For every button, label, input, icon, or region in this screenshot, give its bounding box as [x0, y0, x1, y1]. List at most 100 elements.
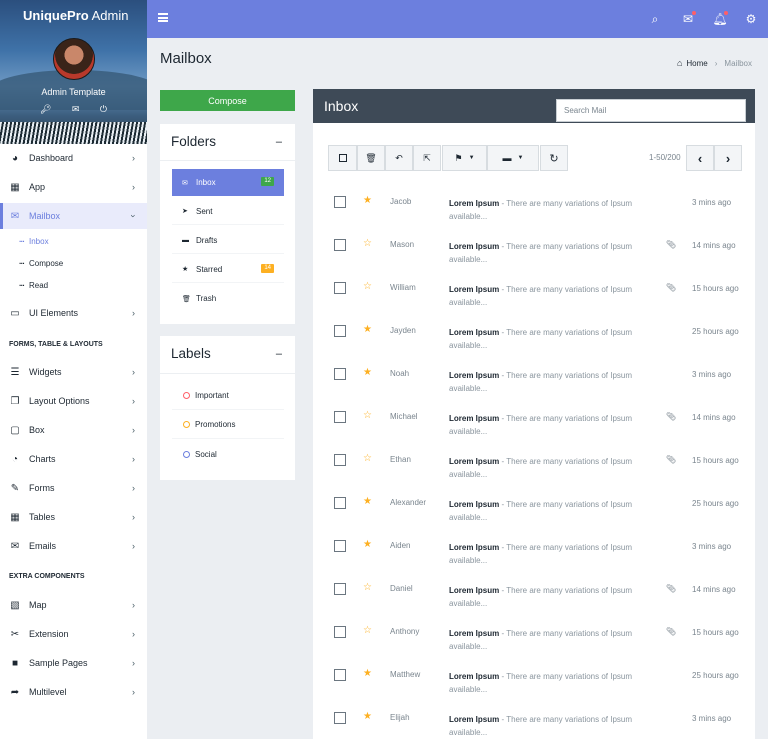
delete-button[interactable]: 🗑︎ — [357, 145, 385, 171]
mail-row[interactable]: ☆ Michael Lorem Ipsum - There are many var… — [313, 400, 755, 443]
breadcrumb-home[interactable]: Home — [686, 59, 707, 68]
mail-snippet[interactable]: Lorem Ipsum - There are many variations … — [449, 240, 649, 266]
search-icon[interactable]: ⌕ — [647, 11, 663, 27]
star-filled-icon[interactable]: ★ — [363, 539, 372, 550]
sidebar-item-emails[interactable]: ✉︎ Emails › — [0, 533, 147, 559]
minimize-icon[interactable]: – — [276, 136, 282, 148]
hamburger-menu-icon[interactable] — [158, 13, 168, 22]
sidebar-item-dashboard[interactable]: ◕ Dashboard › — [0, 145, 147, 171]
row-checkbox[interactable] — [334, 583, 346, 595]
mail-sender[interactable]: Daniel — [390, 584, 413, 593]
mail-snippet[interactable]: Lorem Ipsum - There are many variations … — [449, 455, 649, 481]
forward-button[interactable]: ⇱ — [413, 145, 441, 171]
prev-page-button[interactable]: ‹ — [686, 145, 714, 171]
folder-starred[interactable]: ★ Starred 14 — [172, 256, 284, 283]
mail-row[interactable]: ★ Matthew Lorem Ipsum - There are many var… — [313, 658, 755, 701]
mail-sender[interactable]: Elijah — [390, 713, 410, 722]
next-page-button[interactable]: › — [714, 145, 742, 171]
brand-logo[interactable]: UniquePro Admin — [23, 8, 128, 23]
mail-snippet[interactable]: Lorem Ipsum - There are many variations … — [449, 670, 649, 696]
star-filled-icon[interactable]: ★ — [363, 367, 372, 378]
sidebar-item-widgets[interactable]: ☰ Widgets › — [0, 359, 147, 385]
star-outline-icon[interactable]: ☆ — [363, 582, 372, 593]
mail-sender[interactable]: Noah — [390, 369, 409, 378]
folder-trash[interactable]: 🗑︎ Trash — [172, 285, 284, 312]
mail-row[interactable]: ☆ Mason Lorem Ipsum - There are many varia… — [313, 228, 755, 271]
sidebar-item-multilevel[interactable]: ➦ Multilevel › — [0, 679, 147, 705]
star-filled-icon[interactable]: ★ — [363, 324, 372, 335]
sidebar-item-forms[interactable]: ✎ Forms › — [0, 475, 147, 501]
row-checkbox[interactable] — [334, 497, 346, 509]
mail-row[interactable]: ★ Alexander Lorem Ipsum - There are many v… — [313, 486, 755, 529]
star-outline-icon[interactable]: ☆ — [363, 453, 372, 464]
sidebar-item-ui-elements[interactable]: ▭ UI Elements › — [0, 300, 147, 326]
mail-snippet[interactable]: Lorem Ipsum - There are many variations … — [449, 713, 649, 739]
mail-snippet[interactable]: Lorem Ipsum - There are many variations … — [449, 541, 649, 567]
sidebar-subitem-inbox[interactable]: ··· Inbox — [0, 230, 147, 252]
sidebar-subitem-read[interactable]: ··· Read — [0, 274, 147, 296]
avatar[interactable] — [53, 38, 95, 80]
mail-row[interactable]: ★ Jacob Lorem Ipsum - There are many varia… — [313, 185, 755, 228]
mail-row[interactable]: ☆ Daniel Lorem Ipsum - There are many vari… — [313, 572, 755, 615]
sidebar-item-map[interactable]: ▧ Map › — [0, 592, 147, 618]
row-checkbox[interactable] — [334, 669, 346, 681]
mail-row[interactable]: ☆ Anthony Lorem Ipsum - There are many var… — [313, 615, 755, 658]
row-checkbox[interactable] — [334, 454, 346, 466]
envelope-icon[interactable]: ✉︎ — [72, 104, 80, 115]
search-mail-input[interactable] — [556, 99, 746, 122]
power-icon[interactable]: ⏻ — [100, 104, 107, 115]
star-filled-icon[interactable]: ★ — [363, 195, 372, 206]
flag-dropdown-button[interactable]: ⚑ ▼ — [442, 145, 487, 171]
label-important[interactable]: Important — [172, 382, 284, 410]
mail-sender[interactable]: Michael — [390, 412, 418, 421]
mail-snippet[interactable]: Lorem Ipsum - There are many variations … — [449, 369, 649, 395]
mail-snippet[interactable]: Lorem Ipsum - There are many variations … — [449, 498, 649, 524]
folder-drafts[interactable]: ▬ Drafts — [172, 227, 284, 254]
star-filled-icon[interactable]: ★ — [363, 711, 372, 722]
mail-snippet[interactable]: Lorem Ipsum - There are many variations … — [449, 197, 649, 223]
minimize-icon[interactable]: – — [276, 348, 282, 360]
folder-dropdown-button[interactable]: ▬ ▼ — [487, 145, 539, 171]
mail-snippet[interactable]: Lorem Ipsum - There are many variations … — [449, 584, 649, 610]
mail-row[interactable]: ★ Elijah Lorem Ipsum - There are many vari… — [313, 701, 755, 739]
row-checkbox[interactable] — [334, 239, 346, 251]
row-checkbox[interactable] — [334, 368, 346, 380]
key-icon[interactable]: 🔑︎ — [40, 104, 51, 115]
compose-button[interactable]: Compose — [160, 90, 295, 111]
row-checkbox[interactable] — [334, 196, 346, 208]
row-checkbox[interactable] — [334, 282, 346, 294]
star-outline-icon[interactable]: ☆ — [363, 238, 372, 249]
mail-row[interactable]: ★ Noah Lorem Ipsum - There are many variat… — [313, 357, 755, 400]
select-all-button[interactable] — [328, 145, 357, 171]
reply-button[interactable]: ↶ — [385, 145, 413, 171]
mail-sender[interactable]: Mason — [390, 240, 414, 249]
mail-sender[interactable]: Alexander — [390, 498, 426, 507]
mail-sender[interactable]: Anthony — [390, 627, 419, 636]
mail-sender[interactable]: Jacob — [390, 197, 411, 206]
mail-row[interactable]: ★ Jayden Lorem Ipsum - There are many vari… — [313, 314, 755, 357]
star-outline-icon[interactable]: ☆ — [363, 281, 372, 292]
sidebar-item-sample-pages[interactable]: ■ Sample Pages › — [0, 650, 147, 676]
sidebar-item-tables[interactable]: ▦ Tables › — [0, 504, 147, 530]
star-filled-icon[interactable]: ★ — [363, 668, 372, 679]
brand[interactable]: UniquePro Admin — [0, 0, 147, 38]
folder-sent[interactable]: ➤ Sent — [172, 198, 284, 225]
mail-snippet[interactable]: Lorem Ipsum - There are many variations … — [449, 326, 649, 352]
mail-row[interactable]: ☆ William Lorem Ipsum - There are many var… — [313, 271, 755, 314]
gear-icon[interactable]: ⚙︎ — [743, 11, 759, 27]
row-checkbox[interactable] — [334, 540, 346, 552]
mail-snippet[interactable]: Lorem Ipsum - There are many variations … — [449, 412, 649, 438]
mail-sender[interactable]: William — [390, 283, 416, 292]
row-checkbox[interactable] — [334, 411, 346, 423]
mail-snippet[interactable]: Lorem Ipsum - There are many variations … — [449, 627, 649, 653]
refresh-button[interactable]: ↻ — [540, 145, 568, 171]
mail-notification-icon[interactable]: ✉︎ — [680, 11, 696, 27]
label-social[interactable]: Social — [172, 440, 284, 468]
mail-sender[interactable]: Jayden — [390, 326, 416, 335]
mail-row[interactable]: ☆ Ethan Lorem Ipsum - There are many varia… — [313, 443, 755, 486]
mail-sender[interactable]: Aiden — [390, 541, 410, 550]
row-checkbox[interactable] — [334, 325, 346, 337]
star-outline-icon[interactable]: ☆ — [363, 625, 372, 636]
sidebar-item-box[interactable]: ▢ Box › — [0, 417, 147, 443]
mail-row[interactable]: ★ Aiden Lorem Ipsum - There are many varia… — [313, 529, 755, 572]
